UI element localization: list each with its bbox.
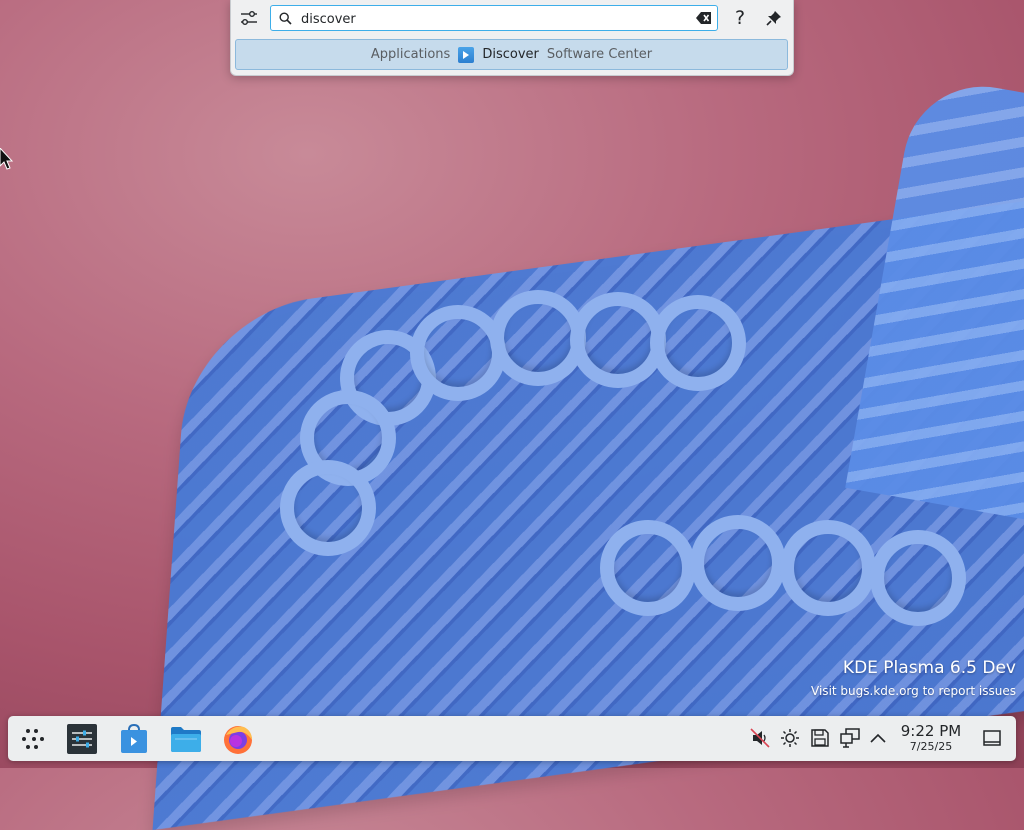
wallpaper-ring	[650, 295, 746, 391]
clear-text-icon[interactable]	[696, 11, 712, 25]
krunner-window: ? Applications Discover Software Center	[230, 0, 794, 76]
chevron-up-icon	[870, 733, 886, 743]
sliders-icon	[241, 11, 257, 25]
wallpaper-ring	[870, 530, 966, 626]
search-input[interactable]	[299, 8, 683, 30]
pin-icon	[766, 11, 781, 26]
configure-button[interactable]	[236, 5, 262, 31]
plasma-watermark: KDE Plasma 6.5 Dev Visit bugs.kde.org to…	[811, 656, 1016, 702]
wallpaper-ring	[600, 520, 696, 616]
network-icon	[840, 728, 860, 748]
search-icon	[279, 12, 292, 25]
application-launcher-button[interactable]	[16, 721, 52, 757]
help-button[interactable]: ?	[728, 5, 752, 31]
search-field[interactable]	[270, 5, 718, 31]
taskbar-firefox[interactable]	[220, 721, 256, 757]
taskbar-panel: 9:22 PM 7/25/25	[8, 716, 1016, 761]
firefox-icon	[224, 726, 252, 754]
kde-launcher-icon	[22, 729, 44, 749]
clock-date: 7/25/25	[909, 740, 953, 753]
result-name: Discover	[482, 47, 539, 62]
wallpaper-ring	[780, 520, 876, 616]
watermark-title: KDE Plasma 6.5 Dev	[842, 658, 1016, 678]
wallpaper-ring	[280, 460, 376, 556]
peek-desktop-button[interactable]	[982, 728, 1002, 748]
folder-icon	[171, 727, 201, 752]
volume-muted-button[interactable]	[749, 727, 771, 749]
disks-devices-button[interactable]	[809, 727, 831, 749]
network-button[interactable]	[839, 727, 861, 749]
taskbar-dolphin[interactable]	[168, 721, 204, 757]
settings-icon	[67, 724, 97, 754]
audio-muted-icon	[750, 728, 770, 748]
storage-icon	[811, 729, 829, 747]
digital-clock[interactable]: 9:22 PM 7/25/25	[896, 722, 966, 754]
result-category: Applications	[370, 47, 451, 62]
taskbar-discover[interactable]	[116, 721, 152, 757]
clock-time: 9:22 PM	[900, 722, 962, 740]
wallpaper-ring	[690, 515, 786, 611]
watermark-subtitle: Visit bugs.kde.org to report issues	[811, 684, 1016, 698]
discover-icon	[458, 46, 475, 63]
brightness-icon	[781, 729, 799, 747]
brightness-button[interactable]	[779, 727, 801, 749]
discover-icon	[121, 724, 147, 753]
show-hidden-icons-button[interactable]	[867, 727, 889, 749]
mouse-cursor-icon	[0, 148, 14, 170]
result-subtitle: Software Center	[546, 47, 653, 62]
taskbar-system-settings[interactable]	[64, 721, 100, 757]
search-result-discover[interactable]: Applications Discover Software Center	[235, 39, 788, 70]
pin-button[interactable]	[762, 6, 786, 30]
show-desktop-icon	[983, 730, 1001, 746]
